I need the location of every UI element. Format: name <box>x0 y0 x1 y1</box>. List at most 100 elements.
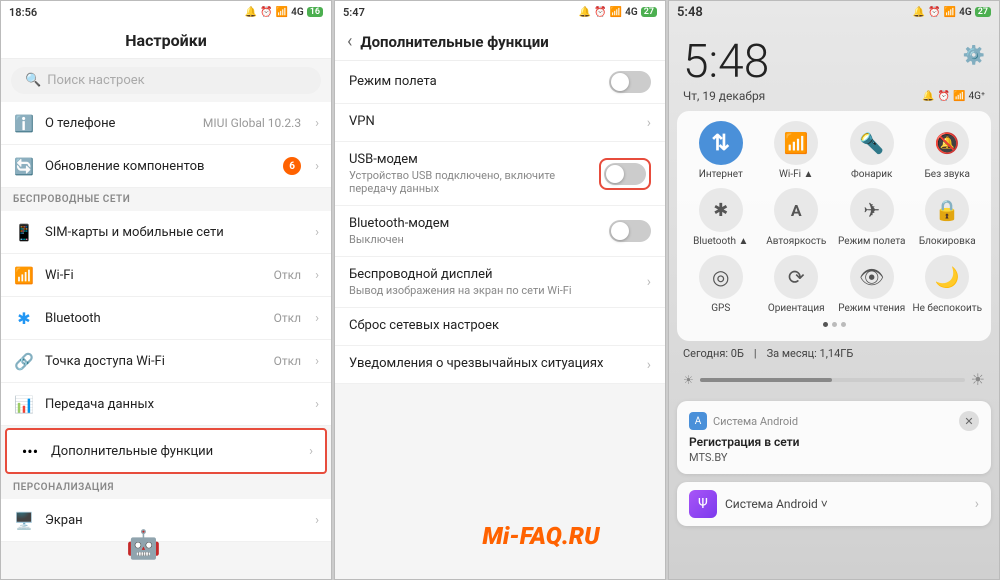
vpn-right: › <box>647 115 651 131</box>
settings-item-hotspot[interactable]: 🔗 Точка доступа Wi-Fi Откл › <box>1 340 331 383</box>
tile-bluetooth[interactable]: ✱ Bluetooth ▲ <box>693 188 749 247</box>
airplane-toggle[interactable] <box>609 71 651 93</box>
bluetooth-arrow: › <box>315 311 319 326</box>
wifi-qs-label: Wi-Fi ▲ <box>779 169 813 180</box>
notif-close-1[interactable]: ✕ <box>959 411 979 431</box>
tile-lock[interactable]: 🔒 Блокировка <box>919 188 975 247</box>
auto-brightness-label: Автояркость <box>766 236 826 247</box>
dnd-label: Не беспокоить <box>913 303 982 314</box>
tile-reading[interactable]: 👁 Режим чтения <box>844 255 900 314</box>
hotspot-value: Откл <box>274 354 301 368</box>
reading-icon: 👁 <box>850 255 894 299</box>
bt-tether-toggle[interactable] <box>609 220 651 242</box>
hotspot-arrow: › <box>315 354 319 369</box>
notif-chevron-2: › <box>975 496 979 512</box>
tile-wifi[interactable]: 📶 Wi-Fi ▲ <box>768 121 824 180</box>
extra-icon: ••• <box>19 440 41 462</box>
bluetooth-value: Откл <box>274 311 301 325</box>
section-personal: ПЕРСОНАЛИЗАЦИЯ <box>1 476 331 499</box>
tile-orientation[interactable]: ⟳ Ориентация <box>768 255 824 314</box>
settings-item-update[interactable]: 🔄 Обновление компонентов 6 › <box>1 145 331 188</box>
internet-icon: ⇅ <box>699 121 743 165</box>
search-bar[interactable]: 🔍 Поиск настроек <box>11 67 321 94</box>
additional-title: Дополнительные функции <box>360 33 548 51</box>
func-item-reset[interactable]: Сброс сетевых настроек <box>335 308 665 346</box>
func-item-usb[interactable]: USB-модем Устройство USB подключено, вкл… <box>335 142 665 206</box>
airplane-qs-icon: ✈ <box>850 188 894 232</box>
tile-internet[interactable]: ⇅ Интернет <box>693 121 749 180</box>
bluetooth-icon: ✱ <box>13 307 35 329</box>
airplane-qs-label: Режим полета <box>838 236 905 247</box>
airplane-label: Режим полета <box>349 74 437 89</box>
status-time-2: 5:47 <box>343 6 365 19</box>
notification-card-1[interactable]: A Система Android ✕ Регистрация в сети M… <box>677 401 991 474</box>
tile-flashlight[interactable]: 🔦 Фонарик <box>844 121 900 180</box>
internet-label: Интернет <box>699 169 743 180</box>
usb-label: USB-модем <box>349 152 599 167</box>
gear-icon[interactable]: ⚙️ <box>963 45 985 66</box>
wireless-display-right: › <box>647 274 651 290</box>
wifi-qs-icon: 📶 <box>774 121 818 165</box>
settings-item-bluetooth[interactable]: ✱ Bluetooth Откл › <box>1 297 331 340</box>
about-arrow: › <box>315 116 319 131</box>
back-button[interactable]: ‹ <box>347 31 352 52</box>
tile-auto-brightness[interactable]: A Автояркость <box>768 188 824 247</box>
wifi-arrow: › <box>315 268 319 283</box>
emergency-right: › <box>647 357 651 373</box>
main-container: 18:56 🔔 ⏰ 📶 4G 16 Настройки 🔍 Поиск наст… <box>0 0 1000 580</box>
func-item-bt-tether[interactable]: Bluetooth-модем Выключен <box>335 206 665 257</box>
status-bar-1: 18:56 🔔 ⏰ 📶 4G 16 <box>1 1 331 23</box>
additional-topbar: ‹ Дополнительные функции <box>335 23 665 61</box>
section-wireless: БЕСПРОВОДНЫЕ СЕТИ <box>1 188 331 211</box>
status-time-3: 5:48 <box>677 5 703 20</box>
flashlight-label: Фонарик <box>851 169 892 180</box>
usb-toggle[interactable] <box>604 163 646 185</box>
about-value: MIUI Global 10.2.3 <box>203 116 301 130</box>
bt-qs-icon: ✱ <box>699 188 743 232</box>
tile-dnd[interactable]: 🌙 Не беспокоить <box>919 255 975 314</box>
sim-arrow: › <box>315 225 319 240</box>
silent-label: Без звука <box>925 169 970 180</box>
status-icons-1: 🔔 ⏰ 📶 4G 16 <box>245 7 323 18</box>
data-today: Сегодня: 0Б <box>683 347 744 360</box>
tile-silent[interactable]: 🔕 Без звука <box>919 121 975 180</box>
about-label: О телефоне <box>45 116 193 131</box>
settings-item-about[interactable]: ℹ️ О телефоне MIUI Global 10.2.3 › <box>1 102 331 145</box>
vpn-arrow: › <box>647 115 651 131</box>
settings-item-extra[interactable]: ••• Дополнительные функции › <box>5 428 327 474</box>
data-month: За месяц: 1,14ГБ <box>767 347 854 360</box>
settings-item-wifi[interactable]: 📶 Wi-Fi Откл › <box>1 254 331 297</box>
func-item-wireless-display[interactable]: Беспроводной дисплей Вывод изображения н… <box>335 257 665 308</box>
auto-brightness-icon: A <box>774 188 818 232</box>
reset-label: Сброс сетевых настроек <box>349 318 499 333</box>
quick-row-2: ✱ Bluetooth ▲ A Автояркость ✈ Режим поле… <box>683 188 985 247</box>
airplane-right <box>609 71 651 93</box>
tile-gps[interactable]: ◎ GPS <box>693 255 749 314</box>
usb-sub: Устройство USB подключено, включите пере… <box>349 169 599 195</box>
func-item-vpn[interactable]: VPN › <box>335 104 665 142</box>
reading-label: Режим чтения <box>838 303 905 314</box>
func-item-airplane[interactable]: Режим полета <box>335 61 665 104</box>
tile-airplane[interactable]: ✈ Режим полета <box>844 188 900 247</box>
func-item-emergency[interactable]: Уведомления о чрезвычайных ситуациях › <box>335 346 665 384</box>
gps-icon: ◎ <box>699 255 743 299</box>
wifi-icon: 📶 <box>13 264 35 286</box>
settings-item-sim[interactable]: 📱 SIM-карты и мобильные сети › <box>1 211 331 254</box>
data-icon: 📊 <box>13 393 35 415</box>
hotspot-icon: 🔗 <box>13 350 35 372</box>
quick-tiles: ⇅ Интернет 📶 Wi-Fi ▲ 🔦 Фонарик 🔕 Без зву… <box>677 111 991 341</box>
brightness-slider[interactable] <box>700 378 965 382</box>
dot-1 <box>823 322 828 327</box>
brightness-max-icon: ☀ <box>971 370 985 389</box>
date-icons: 🔔 ⏰ 📶 4G⁺ <box>922 91 985 102</box>
bt-qs-label: Bluetooth ▲ <box>693 236 748 247</box>
data-label: Передача данных <box>45 397 301 412</box>
settings-title: Настройки <box>1 23 331 59</box>
notif-title-1: Регистрация в сети <box>689 435 979 449</box>
settings-item-screen[interactable]: 🖥️ Экран › <box>1 499 331 542</box>
notification-card-2[interactable]: Ψ Система Android ˅ › <box>677 482 991 526</box>
lock-label: Блокировка <box>919 236 976 247</box>
brightness-bar: ☀ ☀ <box>669 366 999 395</box>
notif-app-icon-2: Ψ <box>689 490 717 518</box>
settings-item-data[interactable]: 📊 Передача данных › <box>1 383 331 426</box>
